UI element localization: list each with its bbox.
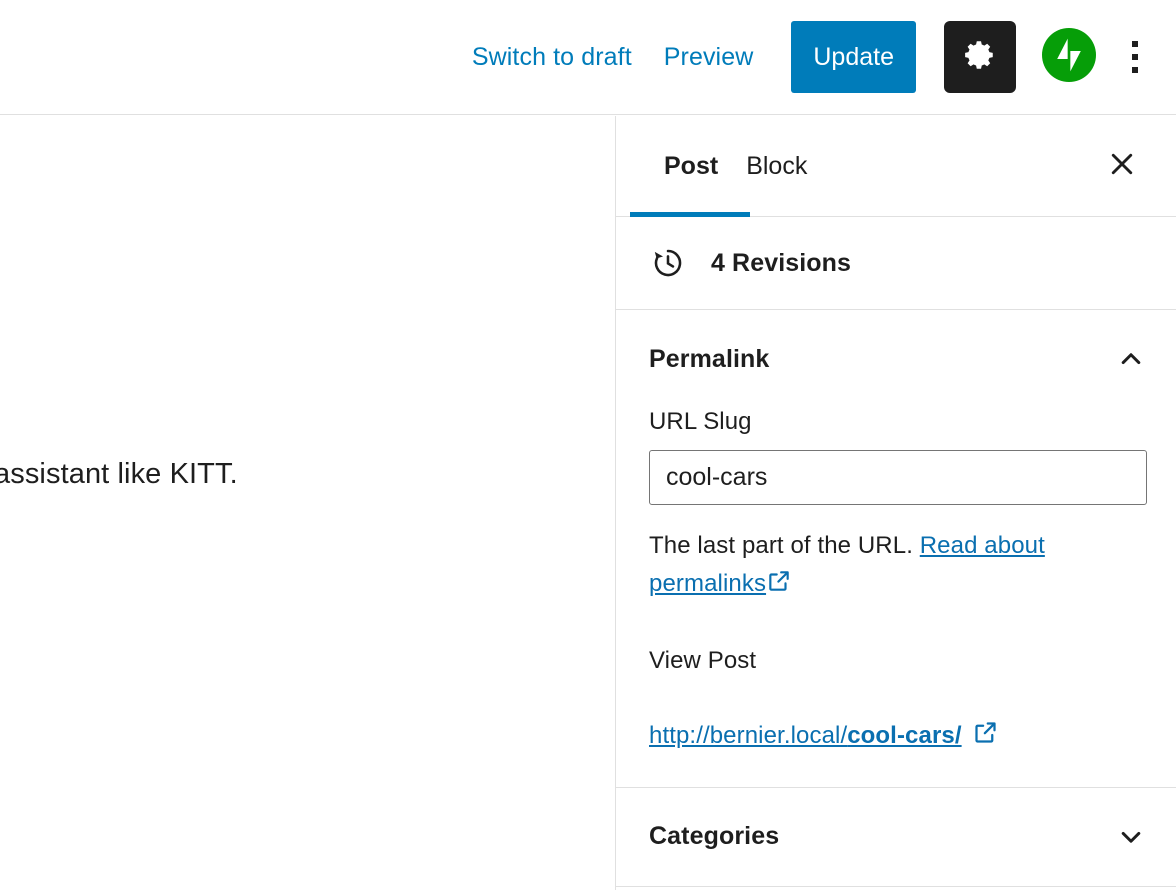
close-icon bbox=[1107, 149, 1137, 184]
categories-panel-header[interactable]: Categories bbox=[616, 788, 1176, 886]
chevron-down-icon[interactable] bbox=[1114, 820, 1148, 854]
sidebar-tabbar: Post Block bbox=[616, 116, 1176, 217]
switch-to-draft-button[interactable]: Switch to draft bbox=[456, 35, 648, 80]
view-post-label: View Post bbox=[649, 646, 757, 674]
permalink-panel-header[interactable]: Permalink bbox=[616, 310, 1176, 408]
jetpack-button[interactable] bbox=[1040, 27, 1098, 87]
url-slug-label: URL Slug bbox=[649, 408, 752, 435]
kebab-menu-icon bbox=[1132, 54, 1138, 60]
revisions-label: 4 Revisions bbox=[711, 248, 852, 277]
permalink-panel-body: URL Slug The last part of the URL. Read … bbox=[616, 408, 1176, 787]
kebab-menu-icon bbox=[1132, 67, 1138, 73]
permalink-help-prefix: The last part of the URL. bbox=[649, 532, 913, 559]
gear-icon bbox=[963, 38, 997, 77]
external-link-icon bbox=[972, 719, 999, 753]
tab-block[interactable]: Block bbox=[732, 116, 821, 216]
settings-button[interactable] bbox=[944, 21, 1016, 93]
kebab-menu-icon bbox=[1132, 41, 1138, 47]
paragraph-block[interactable]: assistant like KITT. bbox=[0, 458, 238, 491]
revisions-clock-icon bbox=[650, 245, 686, 281]
external-link-icon bbox=[766, 568, 792, 606]
chevron-up-icon[interactable] bbox=[1114, 342, 1148, 376]
permalink-url-row: http://bernier.local/cool-cars/ bbox=[649, 719, 999, 753]
revisions-row[interactable]: 4 Revisions bbox=[616, 217, 1176, 310]
editor-canvas[interactable]: assistant like KITT. bbox=[0, 116, 615, 890]
permalink-panel-title: Permalink bbox=[649, 344, 770, 373]
more-options-button[interactable] bbox=[1112, 21, 1158, 93]
settings-sidebar: Post Block 4 Revisions Permalink URL Slu… bbox=[615, 116, 1176, 890]
preview-button[interactable]: Preview bbox=[648, 35, 770, 80]
close-sidebar-button[interactable] bbox=[1094, 138, 1150, 194]
categories-panel-title: Categories bbox=[649, 822, 780, 851]
permalink-panel: Permalink URL Slug The last part of the … bbox=[616, 310, 1176, 788]
jetpack-icon bbox=[1042, 27, 1096, 87]
url-slug-input[interactable] bbox=[649, 450, 1147, 505]
permalink-url-link[interactable]: http://bernier.local/cool-cars/ bbox=[649, 722, 962, 750]
editor-header-toolbar: Switch to draft Preview Update bbox=[0, 0, 1176, 115]
categories-panel: Categories bbox=[616, 788, 1176, 887]
permalink-help-text: The last part of the URL. Read about per… bbox=[649, 527, 1119, 607]
wordpress-block-editor: Switch to draft Preview Update assistant… bbox=[0, 0, 1176, 890]
tab-post[interactable]: Post bbox=[629, 116, 751, 217]
update-button[interactable]: Update bbox=[791, 21, 916, 93]
permalink-slug: cool-cars/ bbox=[847, 721, 962, 749]
permalink-base: http://bernier.local/ bbox=[649, 721, 848, 749]
